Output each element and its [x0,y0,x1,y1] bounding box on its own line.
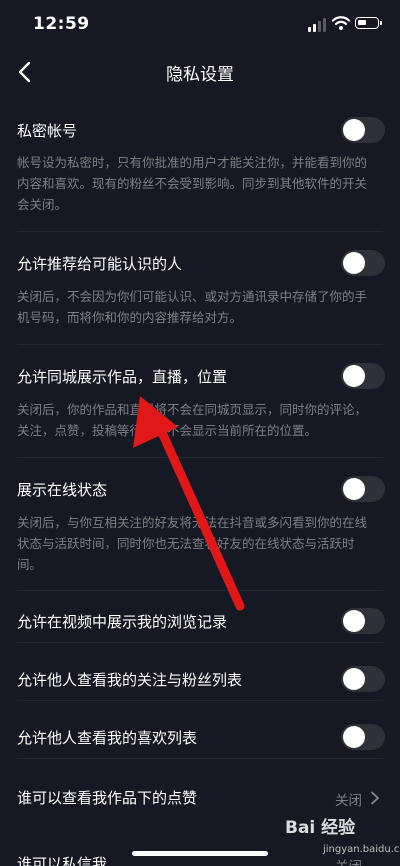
setting-title: 私密帐号 [17,122,78,140]
setting-title: 允许他人查看我的喜欢列表 [17,729,198,747]
setting-value: 关闭 [335,793,362,809]
setting-recommend-to-acquaintances: 允许推荐给可能认识的人 关闭后，不会因为你们可能认识、或对方通讯录中存储了你的手… [0,243,400,345]
status-time: 12:59 [33,14,90,34]
battery-icon [355,17,382,29]
private-account-toggle[interactable] [341,117,385,143]
home-indicator[interactable] [132,851,268,856]
divider [17,344,383,345]
setting-title: 允许他人查看我的关注与粉丝列表 [17,671,243,689]
setting-title: 谁可以私信我 [17,855,108,866]
setting-title: 允许同城展示作品，直播，位置 [17,368,228,386]
page-title: 隐私设置 [166,65,234,85]
watermark-brand: Bai 经验 [285,818,356,838]
setting-description: 帐号设为私密时，只有你批准的用户才能关注你，并能看到你的内容和喜欢。现有的粉丝不… [17,155,368,212]
setting-description: 关闭后，不会因为你们可能认识、或对方通讯录中存储了你的手机号码，而将你和你的内容… [17,289,368,325]
browsing-history-toggle[interactable] [341,608,385,634]
setting-title: 允许在视频中展示我的浏览记录 [17,613,228,631]
nav-bar: 隐私设置 [0,50,400,94]
divider [17,700,383,701]
chevron-right-icon [371,791,379,805]
divider [17,758,383,759]
divider [17,231,383,232]
setting-description: 关闭后，你的作品和直播将不会在同城页显示，同时你的评论，关注，点赞，投稿等行为也… [17,402,368,438]
online-status-toggle[interactable] [341,476,385,502]
wifi-icon [332,16,350,30]
setting-likes-list-visibility: 允许他人查看我的喜欢列表 [0,717,400,759]
following-list-toggle[interactable] [341,666,385,692]
watermark-url: jingyan.baidu.com [323,844,400,855]
likes-list-toggle[interactable] [341,724,385,750]
setting-show-browsing-history: 允许在视频中展示我的浏览记录 [0,601,400,643]
recommend-toggle[interactable] [341,250,385,276]
setting-nearby-display: 允许同城展示作品，直播，位置 关闭后，你的作品和直播将不会在同城页显示，同时你的… [0,356,400,458]
baidu-jingyan-watermark: Bai 经验 jingyan.baidu.com [283,811,400,861]
setting-private-account: 私密帐号 帐号设为私密时，只有你批准的用户才能关注你，并能看到你的内容和喜欢。现… [0,110,400,232]
cellular-signal-icon [308,18,328,32]
setting-description: 关闭后，与你互相关注的好友将无法在抖音或多闪看到你的在线状态与活跃时间，同时你也… [17,515,368,572]
setting-online-status: 展示在线状态 关闭后，与你互相关注的好友将无法在抖音或多闪看到你的在线状态与活跃… [0,469,400,591]
status-bar: 12:59 [0,0,400,50]
setting-title: 展示在线状态 [17,481,108,499]
nearby-display-toggle[interactable] [341,363,385,389]
divider [17,590,383,591]
setting-title: 允许推荐给可能认识的人 [17,255,183,273]
setting-title: 谁可以查看我作品下的点赞 [17,789,198,807]
divider [17,457,383,458]
divider [17,642,383,643]
setting-following-list-visibility: 允许他人查看我的关注与粉丝列表 [0,659,400,701]
